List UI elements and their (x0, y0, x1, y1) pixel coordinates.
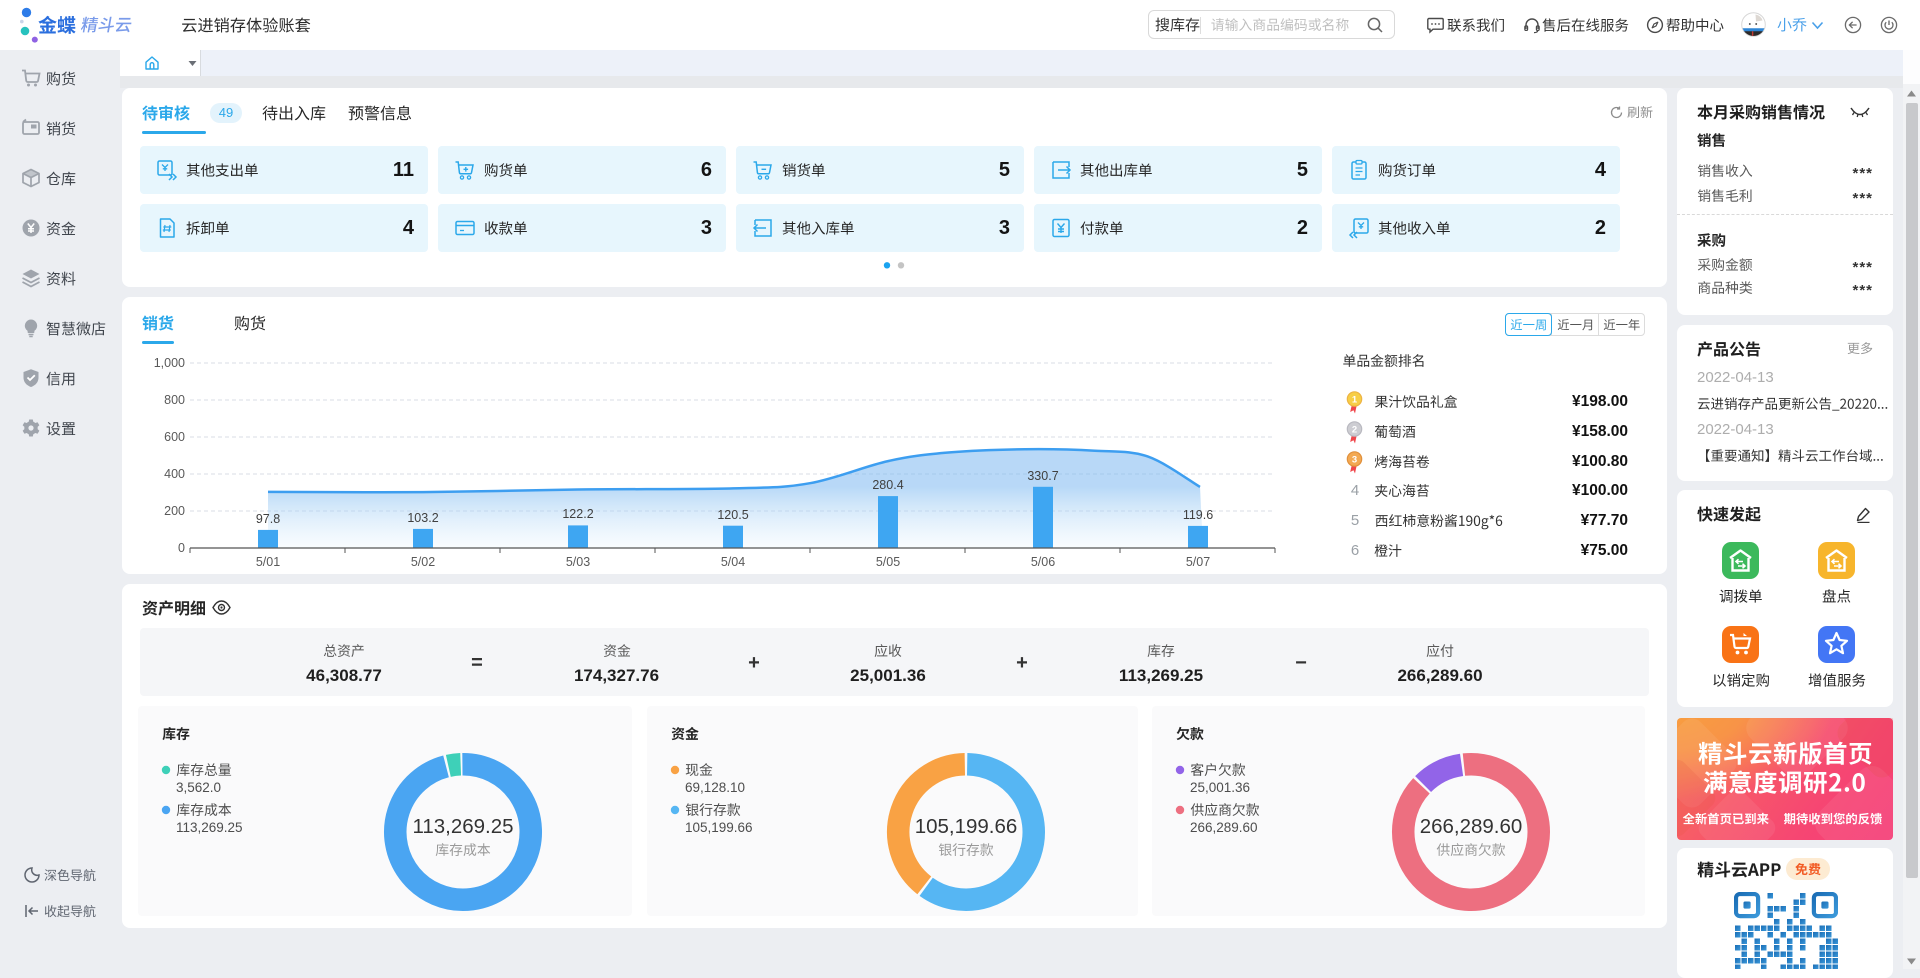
svg-text:2: 2 (1352, 424, 1357, 435)
svg-text:1: 1 (1352, 395, 1358, 406)
svg-text:3: 3 (1352, 454, 1357, 465)
